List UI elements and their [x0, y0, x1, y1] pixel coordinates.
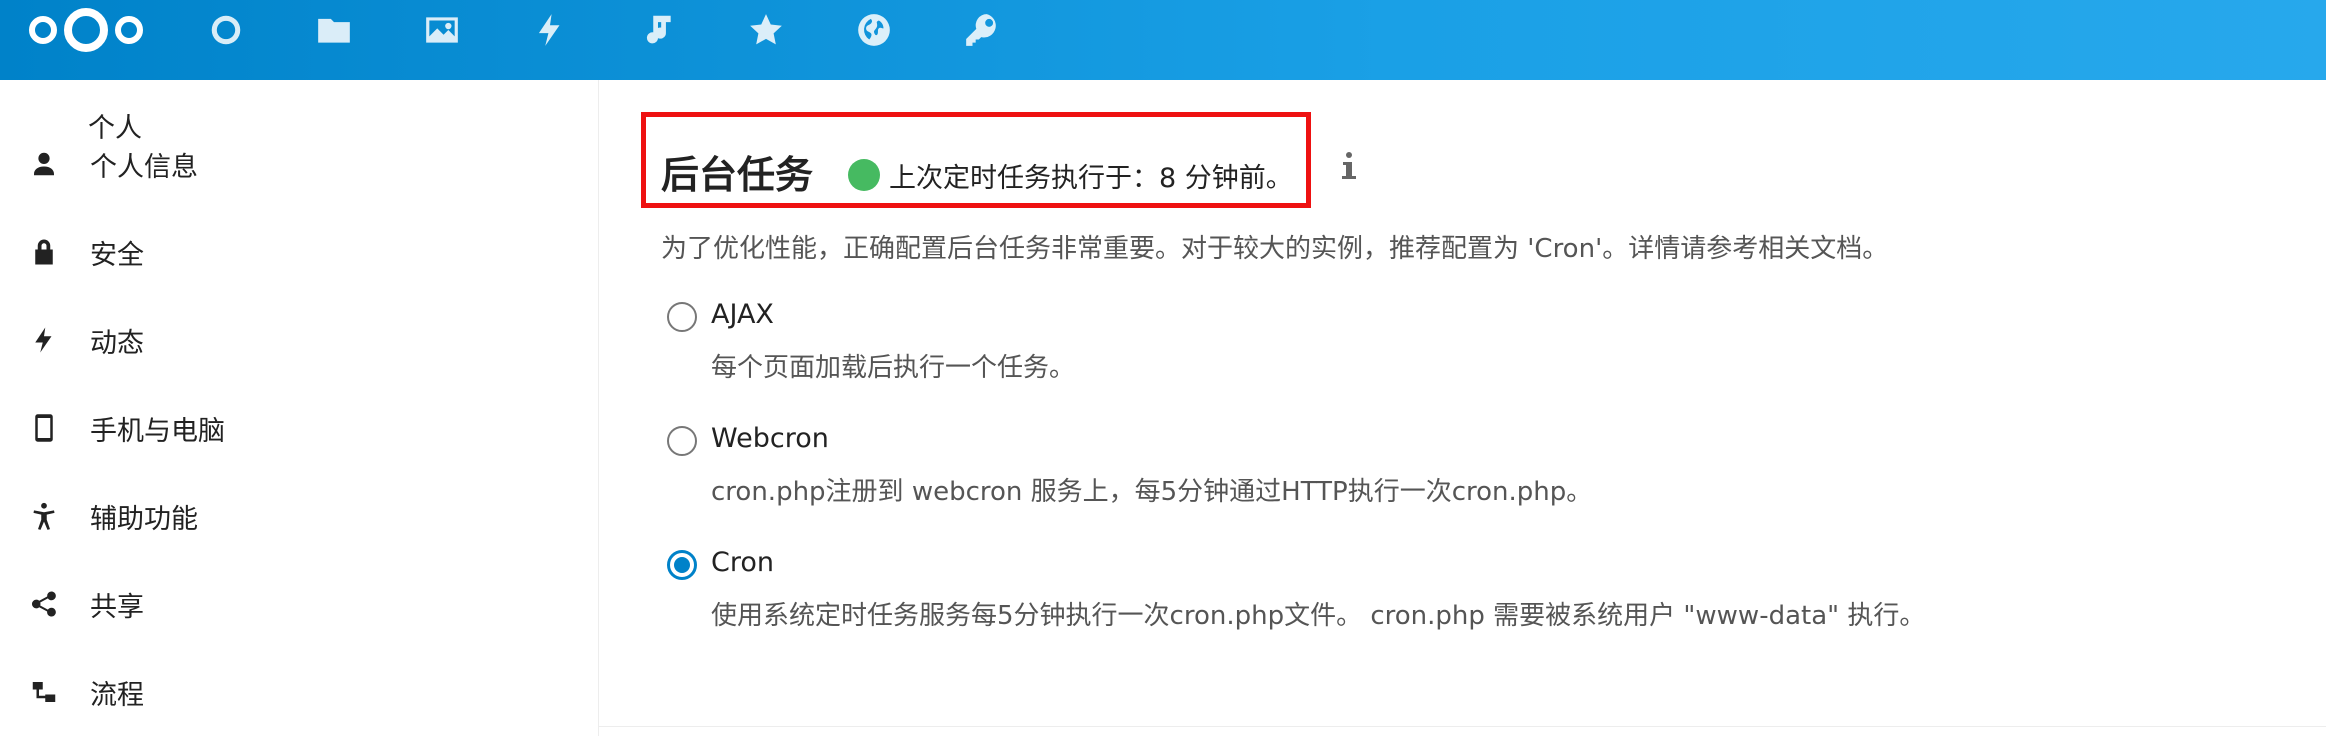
sidebar-item-label: 辅助功能	[90, 503, 198, 535]
lightning-icon[interactable]	[528, 10, 572, 50]
section-description: 为了优化性能，正确配置后台任务非常重要。对于较大的实例，推荐配置为 'Cron'…	[661, 234, 1889, 264]
sidebar-item-label: 共享	[90, 591, 144, 623]
status-indicator-dot	[848, 159, 880, 191]
sidebar-item-personal-info[interactable]: 个人信息	[0, 134, 598, 194]
phone-icon	[28, 412, 60, 444]
key-icon[interactable]	[960, 10, 1004, 50]
lightning-icon	[28, 324, 60, 356]
sidebar-item-label: 动态	[90, 327, 144, 359]
star-icon[interactable]	[744, 10, 788, 50]
folder-icon[interactable]	[312, 10, 356, 50]
info-icon[interactable]	[1334, 146, 1364, 186]
cron-option-label[interactable]: Cron	[711, 547, 774, 578]
sidebar-item-label: 安全	[90, 239, 144, 271]
cron-status-text: 上次定时任务执行于：8 分钟前。	[889, 163, 1293, 194]
webcron-option-description: cron.php注册到 webcron 服务上，每5分钟通过HTTP执行一次cr…	[711, 477, 1593, 507]
sidebar-item-label: 个人信息	[90, 151, 198, 183]
sidebar-item-activity[interactable]: 动态	[0, 310, 598, 370]
lock-icon	[28, 236, 60, 268]
flow-icon	[28, 676, 60, 708]
ajax-radio[interactable]	[667, 302, 697, 332]
image-icon[interactable]	[420, 10, 464, 50]
ajax-option-label[interactable]: AJAX	[711, 299, 774, 330]
section-title: 后台任务	[661, 153, 814, 197]
share-icon	[28, 588, 60, 620]
sidebar-item-security[interactable]: 安全	[0, 222, 598, 282]
sidebar-item-sharing[interactable]: 共享	[0, 574, 598, 634]
webcron-radio[interactable]	[667, 426, 697, 456]
globe-icon[interactable]	[852, 10, 896, 50]
ajax-option-description: 每个页面加载后执行一个任务。	[711, 353, 1076, 383]
cron-option-description: 使用系统定时任务服务每5分钟执行一次cron.php文件。 cron.php 需…	[711, 601, 1926, 631]
background-jobs-section: 后台任务 上次定时任务执行于：8 分钟前。 为了优化性能，正确配置后台任务非常重…	[599, 80, 2326, 736]
cron-radio[interactable]	[667, 550, 697, 580]
sidebar-item-accessibility[interactable]: 辅助功能	[0, 486, 598, 546]
sidebar-item-label: 手机与电脑	[90, 415, 225, 447]
section-divider	[599, 726, 2326, 727]
top-header	[0, 0, 2326, 80]
sidebar-item-label: 流程	[90, 679, 144, 711]
user-icon	[28, 148, 60, 180]
music-note-icon[interactable]	[636, 10, 680, 50]
sidebar-item-flow[interactable]: 流程	[0, 662, 598, 722]
sidebar-item-devices[interactable]: 手机与电脑	[0, 398, 598, 458]
accessibility-icon	[28, 500, 60, 532]
webcron-option-label[interactable]: Webcron	[711, 423, 829, 454]
dashboard-circle-icon[interactable]	[204, 10, 248, 50]
nextcloud-logo-icon[interactable]	[24, 4, 148, 56]
settings-sidebar: 个人 个人信息 安全 动态 手机与电脑 辅助功能 共享 流程	[0, 80, 599, 736]
